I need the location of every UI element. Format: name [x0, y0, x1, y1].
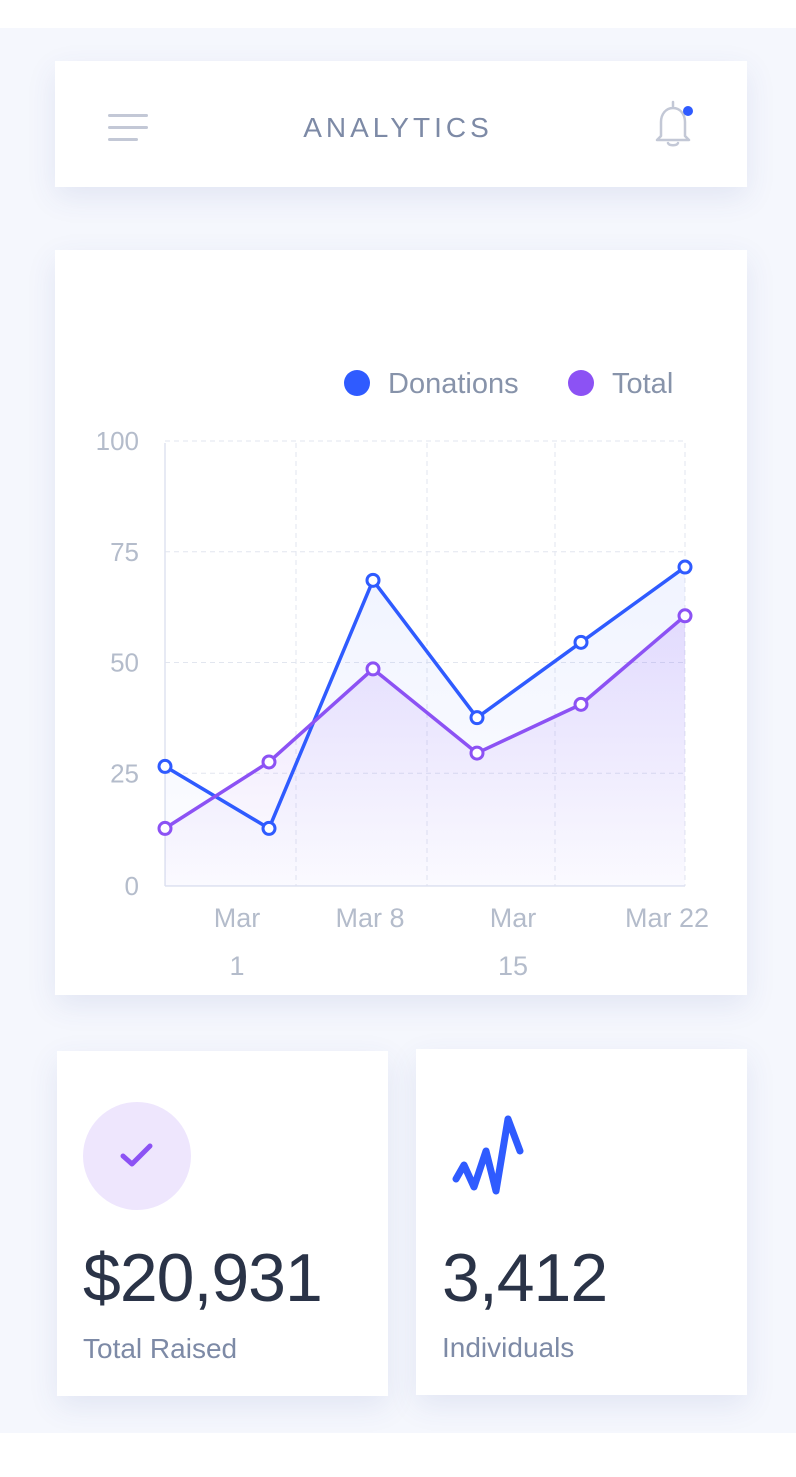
data-point: [677, 559, 693, 575]
data-point: [261, 754, 277, 770]
checkmark-icon: [120, 1143, 153, 1167]
individuals-card: 3,412 Individuals: [416, 1049, 747, 1395]
bell-icon[interactable]: [648, 98, 698, 148]
total-raised-card: $20,931 Total Raised: [57, 1051, 388, 1396]
total-raised-label: Total Raised: [83, 1333, 238, 1364]
individuals-value: 3,412: [442, 1240, 608, 1316]
y-tick-label: 75: [110, 537, 139, 567]
page-title: ANALYTICS: [303, 112, 493, 143]
data-point: [573, 696, 589, 712]
data-point: [469, 745, 485, 761]
x-tick-label: Mar 8: [335, 903, 404, 933]
y-tick-label: 25: [110, 758, 139, 788]
x-tick-label: Mar 22: [625, 903, 709, 933]
checkmark-badge: [83, 1102, 191, 1210]
x-tick-label: Mar 1: [214, 903, 261, 981]
total-raised-value: $20,931: [83, 1240, 323, 1316]
data-point: [365, 572, 381, 588]
data-point: [677, 608, 693, 624]
data-point: [157, 758, 173, 774]
data-point: [157, 820, 173, 836]
y-tick-label: 100: [96, 426, 139, 456]
legend-marker: [568, 370, 594, 396]
y-tick-label: 0: [125, 871, 139, 901]
pulse-icon: [452, 1115, 524, 1195]
data-point: [573, 634, 589, 650]
hamburger-menu-icon[interactable]: [108, 114, 150, 144]
individuals-label: Individuals: [442, 1332, 575, 1363]
data-point: [261, 820, 277, 836]
line-chart: 0 25 50 75 100 Mar 1 Mar 8 Mar 15 Mar 22 Donations…: [96, 368, 709, 981]
data-point: [365, 661, 381, 677]
legend-label: Total: [612, 368, 673, 400]
legend-marker: [344, 370, 370, 396]
data-point: [469, 710, 485, 726]
legend-label: Donations: [388, 368, 519, 400]
y-tick-label: 50: [110, 648, 139, 678]
x-tick-label: Mar 15: [490, 903, 537, 981]
analytics-chart-card: 0 25 50 75 100 Mar 1 Mar 8 Mar 15 Mar 22 Donations…: [55, 250, 747, 995]
notification-dot: [683, 106, 693, 116]
